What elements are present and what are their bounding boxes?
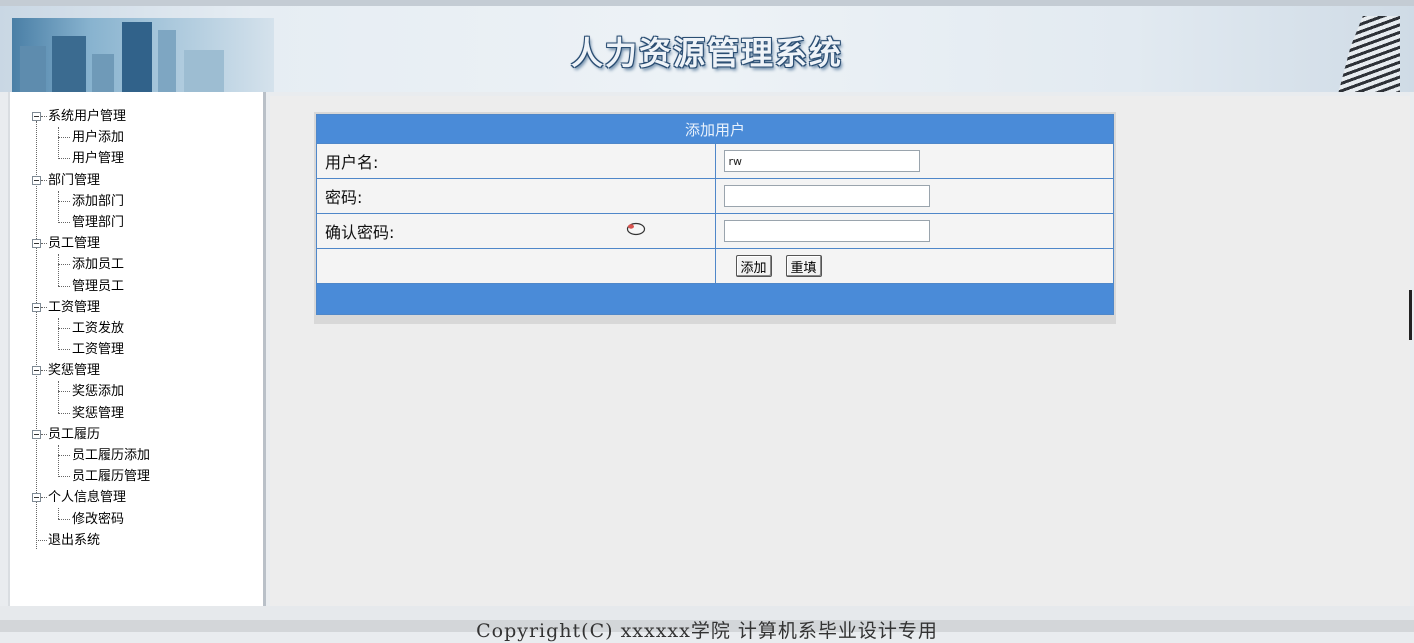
nav-item-add-employee[interactable]: 添加员工	[32, 254, 150, 275]
app-title: 人力资源管理系统	[570, 34, 843, 72]
nav-item-logout[interactable]: 退出系统	[32, 530, 150, 551]
collapse-icon[interactable]	[32, 302, 41, 312]
nav-item-add-resume[interactable]: 员工履历添加	[32, 445, 150, 466]
collapse-icon[interactable]	[32, 366, 41, 376]
nav-item-manage-salary[interactable]: 工资管理	[32, 339, 150, 360]
nav-item-manage-users[interactable]: 用户管理	[32, 148, 150, 169]
form-footer-bar	[316, 283, 1114, 315]
nav-item-manage-departments[interactable]: 管理部门	[32, 212, 150, 233]
nav-item-change-password[interactable]: 修改密码	[32, 509, 150, 530]
collapse-icon[interactable]	[32, 493, 41, 503]
collapse-icon[interactable]	[32, 112, 41, 121]
nav-tree: 系统用户管理 用户添加 用户管理 部门管理 添加部门 管理部门 员工管理 添加员…	[32, 106, 150, 551]
form-table: 添加用户 用户名: 密码: 确认密码:	[316, 114, 1114, 315]
collapse-icon[interactable]	[32, 429, 41, 439]
confirm-password-input[interactable]	[723, 220, 930, 243]
empty-cell	[316, 248, 716, 284]
collapse-icon[interactable]	[32, 175, 41, 185]
nav-group-salary[interactable]: 工资管理	[32, 297, 150, 318]
nav-item-add-user[interactable]: 用户添加	[32, 127, 150, 148]
collapse-icon[interactable]	[32, 239, 41, 249]
password-label: 密码:	[316, 178, 716, 214]
confirm-password-label: 确认密码:	[316, 213, 716, 249]
nav-group-resume[interactable]: 员工履历	[32, 424, 150, 445]
mouse-cursor-icon	[626, 222, 646, 236]
nav-group-rewards[interactable]: 奖惩管理	[32, 360, 150, 381]
nav-item-manage-rewards[interactable]: 奖惩管理	[32, 403, 150, 424]
reset-button[interactable]: 重填	[785, 255, 822, 277]
username-input[interactable]	[723, 150, 920, 173]
header-banner: 人力资源管理系统	[0, 0, 1414, 92]
copyright-text: Copyright(C) xxxxxx学院 计算机系毕业设计专用	[476, 620, 938, 642]
main-content: 添加用户 用户名: 密码: 确认密码:	[270, 96, 1410, 606]
nav-group-personal-info[interactable]: 个人信息管理	[32, 487, 150, 508]
nav-item-add-reward[interactable]: 奖惩添加	[32, 381, 150, 402]
nav-item-add-department[interactable]: 添加部门	[32, 191, 150, 212]
nav-item-pay-salary[interactable]: 工资发放	[32, 318, 150, 339]
footer: Copyright(C) xxxxxx学院 计算机系毕业设计专用	[0, 606, 1414, 642]
password-input[interactable]	[723, 185, 930, 208]
add-user-form: 添加用户 用户名: 密码: 确认密码:	[314, 112, 1116, 324]
nav-group-system-users[interactable]: 系统用户管理	[32, 106, 150, 127]
scrollbar-edge	[1409, 290, 1412, 340]
sidebar-nav: 系统用户管理 用户添加 用户管理 部门管理 添加部门 管理部门 员工管理 添加员…	[8, 92, 266, 620]
username-label: 用户名:	[316, 143, 716, 179]
nav-item-manage-resume[interactable]: 员工履历管理	[32, 466, 150, 487]
nav-item-manage-employees[interactable]: 管理员工	[32, 276, 150, 297]
nav-group-departments[interactable]: 部门管理	[32, 170, 150, 191]
add-button[interactable]: 添加	[735, 255, 772, 277]
nav-group-employees[interactable]: 员工管理	[32, 233, 150, 254]
form-title: 添加用户	[316, 114, 1114, 144]
